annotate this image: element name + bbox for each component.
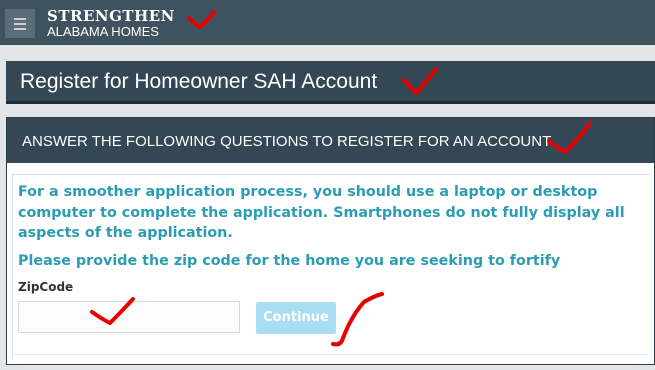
hamburger-menu-icon [14,18,26,20]
device-notice: For a smoother application process, you … [18,184,625,241]
zipcode-input[interactable] [18,301,240,333]
registration-card: ANSWER THE FOLLOWING QUESTIONS TO REGIST… [6,117,655,365]
card-heading: ANSWER THE FOLLOWING QUESTIONS TO REGIST… [22,133,552,150]
brand-logo-line1[interactable]: STRENGTHEN [47,7,175,25]
page-title: Register for Homeowner SAH Account [20,70,378,93]
top-navbar: STRENGTHEN ALABAMA HOMES [0,0,655,45]
continue-button[interactable]: Continue [256,302,336,334]
menu-button[interactable] [5,9,35,38]
zip-prompt: Please provide the zip code for the home… [18,253,561,269]
zipcode-label: ZipCode [18,280,74,294]
page-title-bar: Register for Homeowner SAH Account [6,61,655,104]
brand-logo-line2[interactable]: ALABAMA HOMES [47,24,159,39]
card-header: ANSWER THE FOLLOWING QUESTIONS TO REGIST… [7,118,654,163]
divider [12,354,650,355]
